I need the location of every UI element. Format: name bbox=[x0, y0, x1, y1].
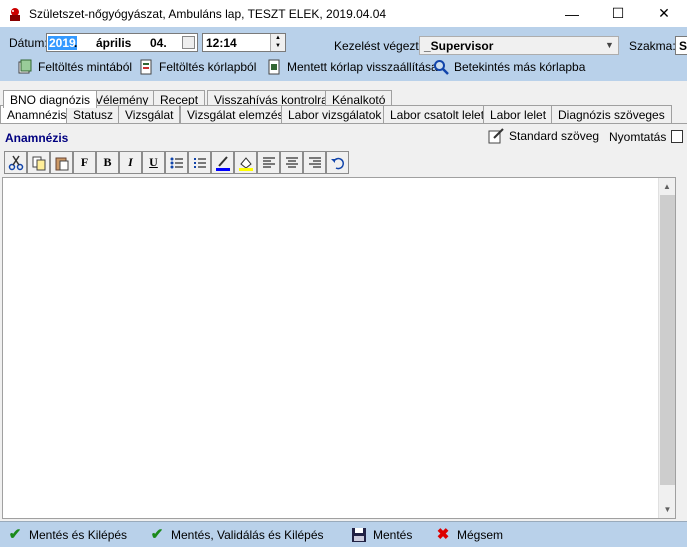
bottom-bar: ✔ Mentés és Kilépés ✔ Mentés, Validálás … bbox=[0, 521, 687, 547]
kezelest-label: Kezelést végezte: bbox=[334, 39, 429, 53]
calendar-icon[interactable] bbox=[182, 36, 195, 49]
restore-record-button[interactable]: Mentett kórlap visszaállítása bbox=[266, 58, 438, 76]
save-exit-button[interactable]: ✔ Mentés és Kilépés bbox=[7, 527, 127, 543]
double-check-icon: ✔ bbox=[150, 526, 164, 543]
print-button[interactable]: Nyomtatás bbox=[609, 130, 666, 144]
save-button[interactable]: Mentés bbox=[351, 527, 412, 543]
align-left-icon[interactable] bbox=[257, 151, 280, 174]
close-button[interactable]: ✕ bbox=[641, 0, 687, 27]
date-dot: . bbox=[74, 36, 78, 50]
minimize-button[interactable]: — bbox=[549, 0, 595, 27]
cancel-button[interactable]: ✖ Mégsem bbox=[435, 527, 503, 543]
cancel-label: Mégsem bbox=[457, 528, 504, 542]
check-icon: ✔ bbox=[8, 526, 22, 543]
time-value: 12:14 bbox=[206, 36, 237, 50]
app-icon bbox=[7, 6, 23, 22]
copy-icon[interactable] bbox=[27, 151, 50, 174]
vertical-scrollbar[interactable]: ▲ ▼ bbox=[658, 178, 675, 518]
restore-icon bbox=[266, 59, 282, 75]
kezelest-combo[interactable]: _Supervisor ▼ bbox=[419, 36, 619, 55]
fill-from-template-label: Feltöltés mintából bbox=[38, 60, 133, 74]
standard-text-button[interactable]: Standard szöveg bbox=[488, 128, 599, 144]
font-icon[interactable]: F bbox=[73, 151, 96, 174]
italic-icon[interactable]: I bbox=[119, 151, 142, 174]
anamnezis-text-editor[interactable]: ▲ ▼ bbox=[2, 177, 676, 519]
view-other-record-button[interactable]: Betekintés más kórlapba bbox=[433, 58, 585, 76]
fill-from-template-button[interactable]: Feltöltés mintából bbox=[17, 58, 132, 76]
date-field[interactable]: 2019 . április 04. bbox=[46, 33, 198, 52]
tab-labor-vizsgalatok[interactable]: Labor vizsgálatok bbox=[281, 105, 389, 123]
header-form: Dátum: 2019 . április 04. 12:14 ▲ ▼ Keze… bbox=[0, 27, 687, 81]
cut-icon[interactable] bbox=[4, 151, 27, 174]
view-other-record-label: Betekintés más kórlapba bbox=[454, 60, 586, 74]
date-month: április bbox=[96, 36, 132, 50]
editor-toolbar: F B I U bbox=[4, 151, 349, 175]
kezelest-value: _Supervisor bbox=[424, 39, 494, 53]
tab-diagnozis-szoveges[interactable]: Diagnózis szöveges bbox=[551, 105, 672, 123]
date-label: Dátum: bbox=[9, 36, 48, 50]
tab-labor-lelet[interactable]: Labor lelet bbox=[483, 105, 554, 123]
restore-record-label: Mentett kórlap visszaállítása bbox=[287, 60, 438, 74]
tab-container: BNO diagnózis Vélemény Recept Visszahívá… bbox=[0, 81, 687, 521]
tab-vizsgalat[interactable]: Vizsgálat bbox=[118, 105, 181, 123]
bullet-list-icon[interactable] bbox=[165, 151, 188, 174]
szakma-label: Szakma: bbox=[629, 39, 676, 53]
print-checkbox[interactable] bbox=[671, 130, 683, 143]
scroll-down-icon[interactable]: ▼ bbox=[659, 501, 676, 518]
spin-up-icon[interactable]: ▲ bbox=[271, 34, 285, 42]
save-validate-exit-button[interactable]: ✔ Mentés, Validálás és Kilépés bbox=[149, 527, 324, 543]
paste-icon[interactable] bbox=[50, 151, 73, 174]
save-label: Mentés bbox=[373, 528, 413, 542]
align-center-icon[interactable] bbox=[280, 151, 303, 174]
chevron-down-icon[interactable]: ▼ bbox=[601, 37, 618, 54]
fill-from-record-button[interactable]: Feltöltés kórlapból bbox=[138, 58, 256, 76]
x-icon: ✖ bbox=[436, 526, 450, 543]
save-exit-label: Mentés és Kilépés bbox=[29, 528, 128, 542]
maximize-button[interactable]: ☐ bbox=[595, 0, 641, 27]
save-validate-exit-label: Mentés, Validálás és Kilépés bbox=[171, 528, 324, 542]
window-title: Születszet-nőgyógyászat, Ambuláns lap, T… bbox=[29, 6, 387, 21]
time-field[interactable]: 12:14 ▲ ▼ bbox=[202, 33, 286, 52]
date-day: 04. bbox=[150, 36, 167, 50]
numbered-list-icon[interactable] bbox=[188, 151, 211, 174]
time-spinner[interactable]: ▲ ▼ bbox=[270, 34, 285, 51]
edit-document-icon bbox=[488, 128, 504, 144]
anamnezis-panel: Anamnézis Standard szöveg Nyomtatás F B … bbox=[0, 123, 687, 521]
spin-down-icon[interactable]: ▼ bbox=[271, 42, 285, 50]
panel-title: Anamnézis bbox=[5, 131, 69, 145]
underline-icon[interactable]: U bbox=[142, 151, 165, 174]
undo-icon[interactable] bbox=[326, 151, 349, 174]
fill-from-record-label: Feltöltés kórlapból bbox=[159, 60, 257, 74]
font-color-icon[interactable] bbox=[211, 151, 234, 174]
szakma-field[interactable]: S bbox=[675, 36, 687, 55]
highlight-icon[interactable] bbox=[234, 151, 257, 174]
align-right-icon[interactable] bbox=[303, 151, 326, 174]
tab-labor-csatolt-lelet[interactable]: Labor csatolt lelet bbox=[383, 105, 492, 123]
bold-icon[interactable]: B bbox=[96, 151, 119, 174]
standard-text-label: Standard szöveg bbox=[509, 129, 600, 143]
template-icon bbox=[17, 59, 33, 75]
title-bar: Születszet-nőgyógyászat, Ambuláns lap, T… bbox=[0, 0, 687, 27]
magnifier-icon bbox=[433, 59, 449, 75]
record-icon bbox=[138, 59, 154, 75]
floppy-icon bbox=[351, 527, 367, 543]
date-year: 2019 bbox=[48, 36, 77, 50]
tab-bno-diagnozis[interactable]: BNO diagnózis bbox=[3, 90, 98, 108]
scroll-thumb[interactable] bbox=[660, 195, 675, 485]
scroll-up-icon[interactable]: ▲ bbox=[659, 178, 675, 195]
tab-vizsgalat-elemzes[interactable]: Vizsgálat elemzés bbox=[180, 105, 291, 123]
